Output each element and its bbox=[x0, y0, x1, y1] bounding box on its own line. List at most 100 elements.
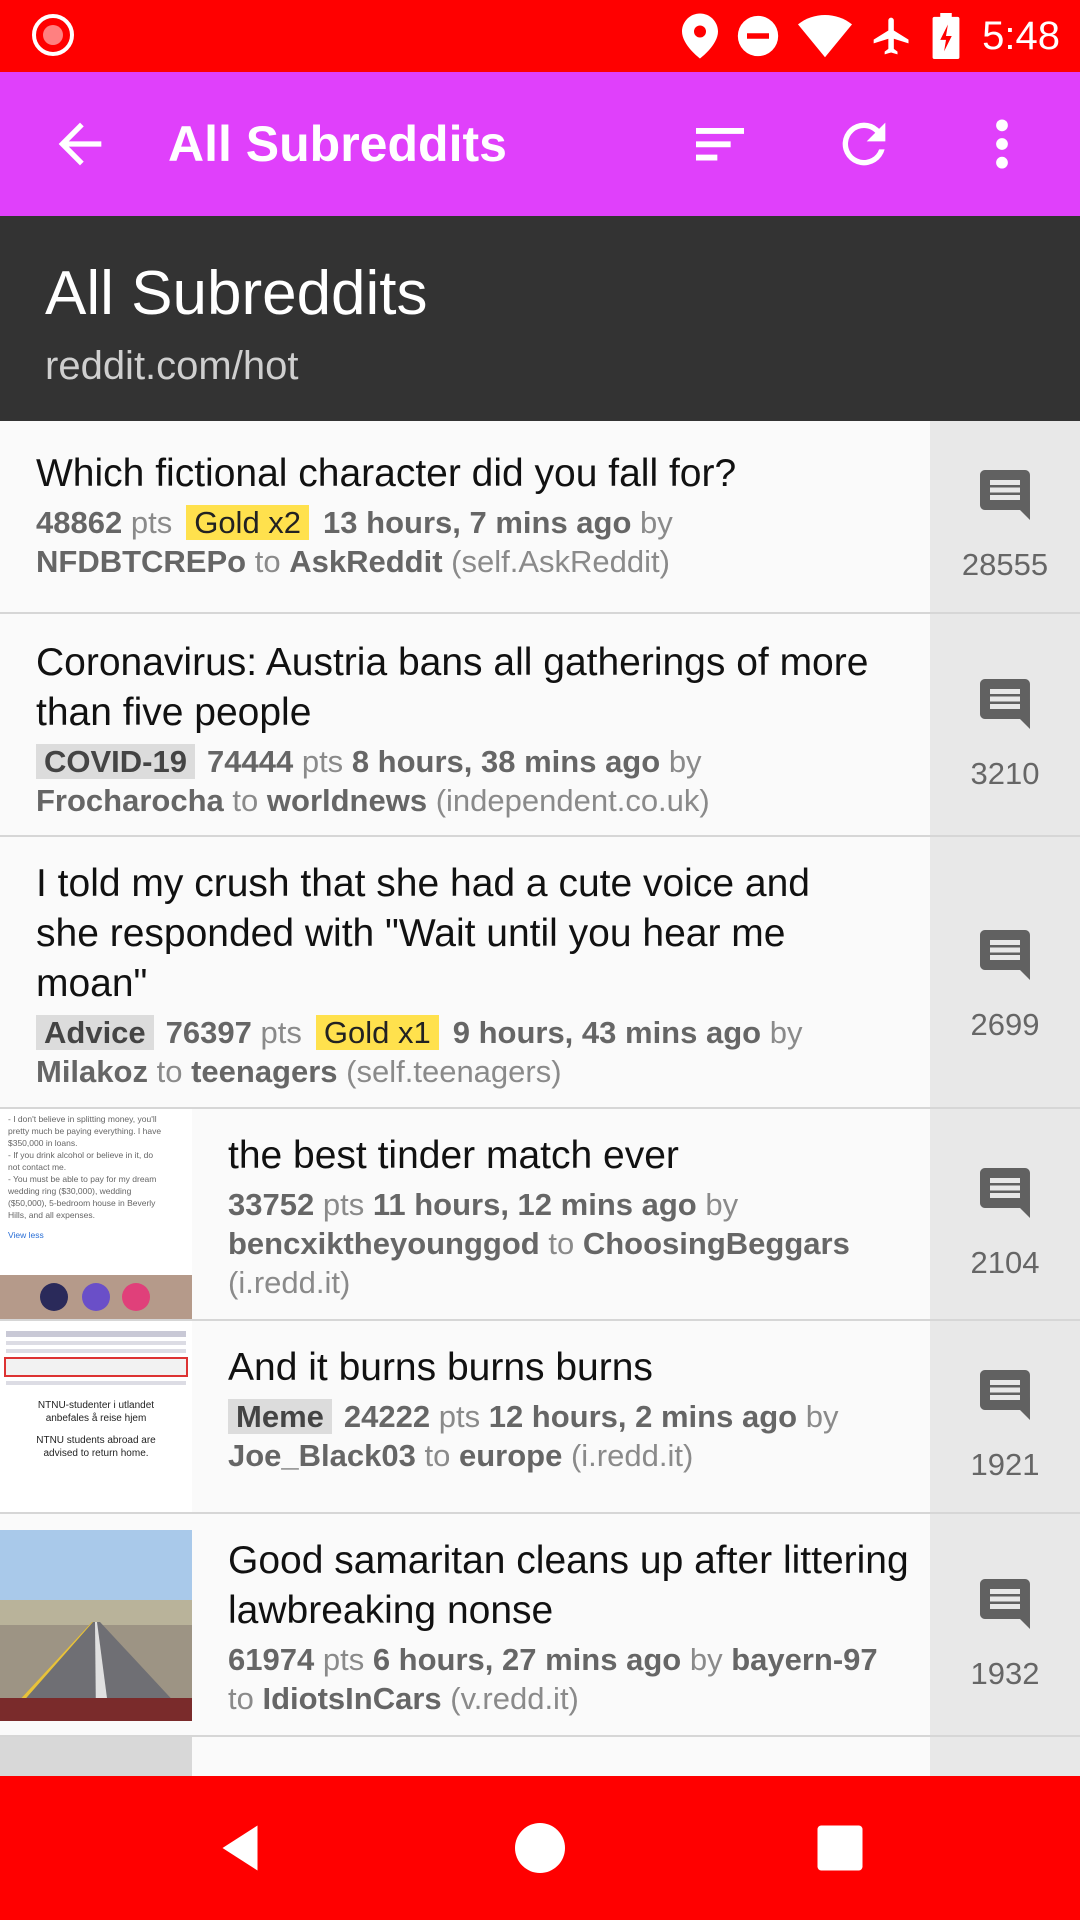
post-domain: (v.redd.it) bbox=[450, 1681, 579, 1716]
comments-button[interactable]: 3210 bbox=[930, 614, 1080, 835]
back-triangle-icon[interactable] bbox=[210, 1818, 270, 1878]
post-author[interactable]: Frocharocha bbox=[36, 783, 224, 818]
post-content[interactable]: I told my crush that she had a cute voic… bbox=[36, 859, 896, 1091]
post-title: Which fictional character did you fall f… bbox=[36, 452, 737, 495]
post-time: 12 hours, 2 mins ago bbox=[488, 1399, 798, 1434]
post-content[interactable]: Good samaritan cleans up after littering… bbox=[228, 1536, 928, 1718]
post-meta: 61974 pts 6 hours, 27 mins ago by bayern… bbox=[228, 1642, 878, 1716]
post-row[interactable]: Which fictional character did you fall f… bbox=[0, 421, 1080, 614]
close-icon bbox=[40, 1283, 68, 1311]
post-meta: COVID-19 74444 pts 8 hours, 38 mins ago b… bbox=[36, 744, 710, 818]
post-time: 13 hours, 7 mins ago bbox=[323, 505, 632, 540]
comment-count: 2104 bbox=[970, 1245, 1040, 1280]
post-title: Good samaritan cleans up after littering… bbox=[228, 1539, 909, 1632]
comment-icon bbox=[980, 470, 1030, 520]
post-flair: Meme bbox=[228, 1399, 332, 1434]
comment-icon bbox=[980, 1579, 1030, 1629]
post-points: 76397 bbox=[165, 1015, 252, 1050]
comments-button[interactable]: 28555 bbox=[930, 421, 1080, 612]
post-subreddit[interactable]: IdiotsInCars bbox=[262, 1681, 441, 1716]
comments-button[interactable] bbox=[930, 1737, 1080, 1776]
battery-charging-icon bbox=[932, 13, 960, 59]
clock: 5:48 bbox=[982, 13, 1060, 58]
thumbnail-text: NTNU-studenter i utlandet anbefales å re… bbox=[36, 1400, 156, 1459]
post-content[interactable]: the best tinder match ever 33752 pts 11 … bbox=[228, 1131, 928, 1302]
post-content[interactable]: And it burns burns burns Meme 24222 pts 1… bbox=[228, 1343, 928, 1475]
sort-icon[interactable] bbox=[688, 112, 752, 176]
post-time: 8 hours, 38 mins ago bbox=[351, 744, 661, 779]
comments-button[interactable]: 2699 bbox=[930, 837, 1080, 1107]
wifi-icon bbox=[798, 15, 853, 58]
comment-count: 1921 bbox=[970, 1447, 1040, 1482]
post-time: 9 hours, 43 mins ago bbox=[452, 1015, 762, 1050]
app-bar: All Subreddits bbox=[0, 72, 1080, 216]
do-not-disturb-icon bbox=[737, 15, 779, 57]
comments-button[interactable]: 1932 bbox=[930, 1514, 1080, 1735]
post-title: I told my crush that she had a cute voic… bbox=[36, 862, 810, 1005]
post-row[interactable]: NTNU-studenter i utlandet anbefales å re… bbox=[0, 1321, 1080, 1514]
comment-count: 2699 bbox=[970, 1007, 1040, 1042]
header-title: All Subreddits bbox=[45, 259, 428, 328]
post-author[interactable]: NFDBTCREPo bbox=[36, 544, 246, 579]
comments-button[interactable]: 2104 bbox=[930, 1109, 1080, 1319]
refresh-icon[interactable] bbox=[832, 112, 896, 176]
post-points: 48862 bbox=[36, 505, 123, 540]
post-points: 33752 bbox=[228, 1187, 315, 1222]
comment-icon bbox=[980, 1370, 1030, 1420]
post-author[interactable]: Milakoz bbox=[36, 1054, 148, 1089]
post-list[interactable]: Which fictional character did you fall f… bbox=[0, 421, 1080, 1776]
post-author[interactable]: bencxiktheyounggod bbox=[228, 1226, 540, 1261]
post-content[interactable]: Which fictional character did you fall f… bbox=[36, 449, 896, 581]
post-domain: (self.AskReddit) bbox=[451, 544, 670, 579]
post-meta: 33752 pts 11 hours, 12 mins ago by bencx… bbox=[228, 1187, 850, 1300]
airplane-icon bbox=[873, 17, 909, 55]
system-nav-bar bbox=[0, 1776, 1080, 1920]
post-row[interactable]: I told my crush that she had a cute voic… bbox=[0, 837, 1080, 1109]
heart-icon bbox=[122, 1283, 150, 1311]
app-bar-title: All Subreddits bbox=[168, 116, 507, 172]
gold-badge: Gold x1 bbox=[315, 1015, 439, 1050]
post-domain: (independent.co.uk) bbox=[435, 783, 710, 818]
recents-square-icon[interactable] bbox=[810, 1818, 870, 1878]
post-subreddit[interactable]: teenagers bbox=[191, 1054, 337, 1089]
post-points: 24222 bbox=[343, 1399, 431, 1434]
post-subreddit[interactable]: AskReddit bbox=[289, 544, 442, 579]
post-points: 74444 bbox=[206, 744, 294, 779]
road-thumbnail-image bbox=[0, 1530, 192, 1721]
post-row[interactable]: Good samaritan cleans up after littering… bbox=[0, 1514, 1080, 1737]
subreddit-header: All Subreddits reddit.com/hot bbox=[0, 216, 1080, 421]
gold-badge: Gold x2 bbox=[186, 505, 310, 540]
post-points: 61974 bbox=[228, 1642, 315, 1677]
post-subreddit[interactable]: ChoosingBeggars bbox=[583, 1226, 850, 1261]
post-thumbnail[interactable] bbox=[0, 1530, 192, 1721]
post-row[interactable] bbox=[0, 1737, 1080, 1776]
post-row[interactable]: - I don't believe in splitting money, yo… bbox=[0, 1109, 1080, 1321]
post-domain: (i.redd.it) bbox=[570, 1438, 694, 1473]
header-subtitle: reddit.com/hot bbox=[45, 344, 299, 388]
comments-button[interactable]: 1921 bbox=[930, 1321, 1080, 1512]
comment-count: 28555 bbox=[961, 547, 1049, 582]
post-thumbnail[interactable]: NTNU-studenter i utlandet anbefales å re… bbox=[0, 1321, 192, 1512]
post-author[interactable]: Joe_Black03 bbox=[228, 1438, 416, 1473]
post-author[interactable]: bayern-97 bbox=[731, 1642, 877, 1677]
post-meta: Meme 24222 pts 12 hours, 2 mins ago by Jo… bbox=[228, 1399, 839, 1473]
post-flair: Advice bbox=[36, 1015, 154, 1050]
comment-count: 3210 bbox=[970, 756, 1040, 791]
post-meta: Advice 76397 pts Gold x1 9 hours, 43 mins a… bbox=[36, 1015, 803, 1089]
post-row[interactable]: Coronavirus: Austria bans all gatherings… bbox=[0, 614, 1080, 837]
post-content[interactable]: Coronavirus: Austria bans all gatherings… bbox=[36, 638, 896, 820]
home-circle-icon[interactable] bbox=[510, 1818, 570, 1878]
post-time: 6 hours, 27 mins ago bbox=[372, 1642, 682, 1677]
post-title: Coronavirus: Austria bans all gatherings… bbox=[36, 641, 869, 734]
more-vert-icon[interactable] bbox=[970, 112, 1034, 176]
post-domain: (self.teenagers) bbox=[346, 1054, 562, 1089]
back-arrow-icon[interactable] bbox=[48, 112, 112, 176]
post-subreddit[interactable]: worldnews bbox=[267, 783, 427, 818]
location-icon bbox=[682, 13, 719, 59]
post-subreddit[interactable]: europe bbox=[459, 1438, 562, 1473]
comment-icon bbox=[980, 930, 1030, 980]
post-domain: (i.redd.it) bbox=[228, 1265, 351, 1300]
post-thumbnail[interactable]: - I don't believe in splitting money, yo… bbox=[0, 1109, 192, 1319]
post-thumbnail[interactable] bbox=[0, 1737, 192, 1776]
post-title: the best tinder match ever bbox=[228, 1134, 679, 1177]
